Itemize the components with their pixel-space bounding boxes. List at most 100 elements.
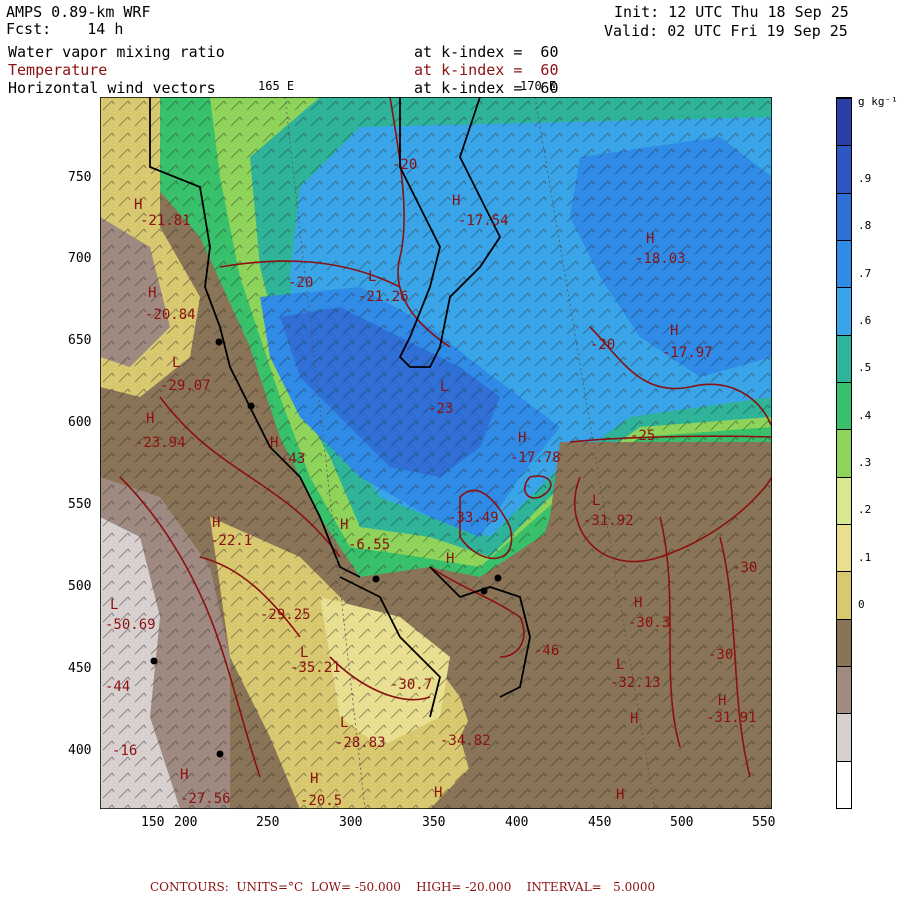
- label-30-7: -30.7: [390, 677, 432, 693]
- label-6-55: -6.55: [348, 537, 390, 553]
- label-30-3: -30.3: [628, 615, 670, 631]
- label-16: -16: [112, 743, 137, 759]
- label-30-b: -30: [708, 647, 733, 663]
- label-35-21: -35.21: [290, 660, 341, 676]
- x-tick-200: 200: [174, 815, 198, 830]
- label-17-54: -17.54: [458, 213, 509, 229]
- y-tick-700: 700: [68, 251, 92, 266]
- colorbar-cell: [837, 429, 851, 477]
- label-20-84: -20.84: [145, 307, 196, 323]
- svg-text:L: L: [592, 493, 600, 509]
- label-31-91: -31.91: [706, 710, 757, 726]
- colorbar-label: .6: [858, 314, 872, 327]
- colorbar-cell: [837, 240, 851, 288]
- colorbar-label: .9: [858, 172, 872, 185]
- label-23: -23: [428, 401, 453, 417]
- x-tick-250: 250: [256, 815, 280, 830]
- colorbar-cell: [837, 145, 851, 193]
- label-25: -25: [630, 428, 655, 444]
- y-tick-650: 650: [68, 333, 92, 348]
- x-tick-150: 150: [141, 815, 165, 830]
- forecast-hour: Fcst: 14 h: [6, 20, 124, 38]
- y-tick-500: 500: [68, 579, 92, 594]
- svg-text:L: L: [340, 715, 348, 731]
- y-tick-450: 450: [68, 661, 92, 676]
- field-temperature: Temperature: [8, 61, 108, 79]
- svg-text:H: H: [434, 785, 442, 801]
- model-title: AMPS 0.89-km WRF: [6, 3, 151, 21]
- colorbar-label: 0: [858, 598, 865, 611]
- colorbar-cell: [837, 571, 851, 619]
- colorbar-cell: [837, 192, 851, 240]
- label-29-25: -29.25: [260, 607, 311, 623]
- x-tick-400: 400: [505, 815, 529, 830]
- label-20-c: -20: [590, 337, 615, 353]
- svg-text:L: L: [440, 379, 448, 395]
- label-31-92: -31.92: [583, 513, 634, 529]
- longitude-label-165e: 165 E: [258, 79, 295, 93]
- wind-vectors: [100, 97, 772, 809]
- x-tick-450: 450: [588, 815, 612, 830]
- x-tick-500: 500: [670, 815, 694, 830]
- colorbar: [836, 97, 852, 809]
- label-23-94: -23.94: [135, 435, 186, 451]
- label-32-13: -32.13: [610, 675, 661, 691]
- label-43: -43: [280, 451, 305, 467]
- colorbar-label: .2: [858, 503, 872, 517]
- svg-text:H: H: [616, 787, 624, 803]
- longitude-label-170e: 170 E: [520, 79, 557, 93]
- label-46: -46: [534, 643, 559, 659]
- svg-text:L: L: [110, 597, 118, 613]
- svg-text:H: H: [146, 411, 154, 427]
- colorbar-cell: [837, 618, 851, 666]
- colorbar-cell: [837, 476, 851, 524]
- label-17-78: -17.78: [510, 450, 561, 466]
- svg-text:L: L: [172, 355, 180, 371]
- label-22-1: -22.1: [210, 533, 252, 549]
- label-17-97: -17.97: [662, 345, 713, 361]
- label-21-26: -21.26: [358, 289, 409, 305]
- label-27-56: -27.56: [180, 791, 231, 807]
- colorbar-cell: [837, 666, 851, 714]
- svg-text:H: H: [670, 323, 678, 339]
- svg-text:H: H: [518, 430, 526, 446]
- svg-text:H: H: [646, 231, 654, 247]
- colorbar-cell: [837, 760, 851, 808]
- label-21-81: -21.81: [140, 213, 191, 229]
- svg-text:H: H: [718, 693, 726, 709]
- svg-text:H: H: [634, 595, 642, 611]
- svg-text:L: L: [368, 269, 376, 285]
- svg-text:L: L: [616, 657, 624, 673]
- colorbar-cell: [837, 382, 851, 430]
- colorbar-label: .5: [858, 361, 872, 375]
- label-18-03: -18.03: [635, 251, 686, 267]
- label-20-a: -20: [392, 157, 417, 173]
- colorbar-cell: [837, 524, 851, 572]
- svg-text:H: H: [180, 767, 188, 783]
- colorbar-label: .4: [858, 408, 872, 422]
- colorbar-cell: [837, 334, 851, 382]
- x-tick-350: 350: [422, 815, 446, 830]
- svg-text:L: L: [300, 645, 308, 661]
- y-tick-400: 400: [68, 743, 92, 758]
- y-tick-550: 550: [68, 497, 92, 512]
- level-temperature: at k-index = 60: [414, 61, 559, 79]
- contour-info-footer: CONTOURS: UNITS=°C LOW= -50.000 HIGH= -2…: [150, 880, 656, 894]
- svg-text:H: H: [630, 711, 638, 727]
- svg-text:H: H: [452, 193, 460, 209]
- colorbar-cell: [837, 287, 851, 335]
- svg-text:H: H: [212, 515, 220, 531]
- label-44: -44: [105, 679, 130, 695]
- svg-text:H: H: [340, 517, 348, 533]
- colorbar-label: .8: [858, 219, 872, 233]
- field-water-vapor: Water vapor mixing ratio: [8, 43, 225, 61]
- colorbar-unit: g kg⁻¹: [858, 95, 898, 108]
- label-20-b: -20: [288, 275, 313, 291]
- svg-text:H: H: [446, 551, 454, 567]
- colorbar-cell: [837, 98, 851, 146]
- svg-text:H: H: [270, 435, 278, 451]
- label-34-82: -34.82: [440, 733, 491, 749]
- x-tick-550: 550: [752, 815, 776, 830]
- field-wind-vectors: Horizontal wind vectors: [8, 79, 216, 97]
- level-water-vapor: at k-index = 60: [414, 43, 559, 61]
